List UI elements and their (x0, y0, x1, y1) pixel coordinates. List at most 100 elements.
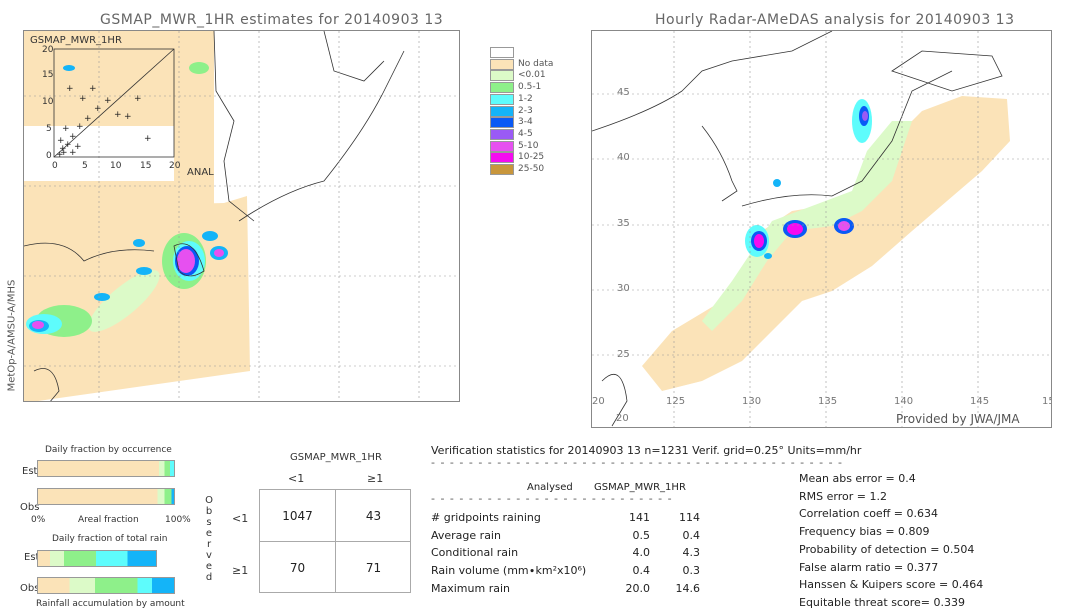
legend-swatch (490, 128, 514, 140)
inset-ytick: 10 (42, 97, 54, 107)
occurrence-x-left: 0% (31, 515, 46, 525)
lat-tick: 35 (617, 218, 630, 229)
total-rain-footer: Rainfall accumulation by amount (36, 599, 185, 609)
observed-letter: s (206, 517, 212, 528)
score-item: Hanssen & Kuipers score = 0.464 (799, 578, 984, 592)
legend-label: 0.5-1 (518, 82, 542, 93)
inset-ytick: 15 (42, 70, 54, 80)
svg-text:+: + (94, 104, 102, 114)
legend-swatch (490, 164, 514, 175)
total-rain-est-bar (37, 550, 157, 567)
occurrence-obs-bar (37, 488, 175, 505)
legend-label: 10-25 (518, 152, 545, 163)
data-credit: Provided by JWA/JMA (896, 412, 1020, 426)
legend-label: 25-50 (518, 164, 545, 174)
observed-letter: d (205, 572, 213, 583)
occurrence-est-label: Est (22, 466, 38, 477)
divider: - - - - - - - - - - - - - - - - - - - - … (431, 456, 846, 469)
legend-label: 2-3 (518, 105, 533, 116)
legend-label: 5-10 (518, 140, 539, 151)
left-map-canvas: ++++ ++++ ++++ ++++ ++ ++ (24, 31, 459, 401)
lat-tick: 25 (617, 349, 630, 360)
observed-letter: e (205, 561, 213, 572)
total-rain-title: Daily fraction of total rain (52, 534, 168, 544)
stat-label: Rain volume (mm∙km²x10⁶) (431, 564, 587, 578)
left-map-title: GSMAP_MWR_1HR estimates for 20140903 13 (100, 12, 444, 28)
stat-gsmap: 114 (679, 511, 700, 524)
lat-tick: 30 (617, 283, 630, 294)
legend-swatch (490, 47, 514, 58)
stat-label: # gridpoints raining (431, 511, 541, 524)
contingency-row-label: ≥1 (232, 564, 249, 577)
legend-swatch (490, 82, 514, 94)
inset-ytick: 5 (46, 124, 52, 134)
stat-analysed: 4.0 (632, 546, 651, 560)
observed-letter: v (206, 550, 212, 561)
legend-label: 4-5 (518, 128, 533, 139)
svg-text:+: + (57, 136, 65, 146)
score-item: Correlation coeff = 0.634 (799, 507, 938, 521)
stat-gsmap: 4.3 (682, 546, 701, 560)
legend-label: 1-2 (518, 93, 533, 104)
lon-tick: 130 (742, 396, 762, 407)
score-item: False alarm ratio = 0.377 (799, 560, 939, 574)
occurrence-est-bar (37, 460, 175, 477)
observed-letter: e (205, 528, 213, 539)
stat-analysed: 0.5 (632, 528, 651, 542)
score-item: Equitable threat score= 0.339 (799, 595, 965, 609)
occurrence-title: Daily fraction by occurrence (45, 445, 172, 455)
stat-label: Average rain (431, 528, 501, 542)
stat-analysed: 141 (629, 511, 650, 524)
svg-text:+: + (60, 148, 68, 158)
lon-tick: 140 (894, 396, 914, 407)
lon-tick: 125 (666, 396, 686, 407)
svg-text:+: + (79, 94, 87, 104)
occurrence-x-right: 100% (165, 515, 191, 525)
observed-letter: b (205, 506, 213, 517)
left-map: + + + + + + + + + + + + + + + + + + + + GSMAP_MWR_1HR 2… (23, 30, 460, 402)
contingency-cell: 70 (289, 561, 306, 575)
contingency-header: GSMAP_MWR_1HR (290, 452, 382, 463)
score-item: Frequency bias = 0.809 (799, 525, 930, 539)
stat-gsmap: 14.6 (675, 581, 701, 595)
svg-text:+: + (66, 84, 74, 94)
inset-xtick: 20 (169, 161, 181, 171)
lon-tick: 15 (1042, 396, 1051, 407)
stat-analysed: 0.4 (632, 564, 651, 578)
observed-letter: r (206, 539, 212, 550)
stat-label: Maximum rain (431, 581, 510, 595)
lat-tick: 40 (617, 152, 630, 163)
legend-label: No data (518, 58, 554, 69)
lon-tick: 135 (818, 396, 838, 407)
inset-xtick: 15 (140, 161, 152, 171)
contingency-cell: 43 (365, 509, 382, 523)
right-map: 45 40 35 30 25 20 20 125 130 135 140 145… (591, 30, 1052, 428)
svg-text:+: + (76, 122, 84, 132)
inset-x-axis-label: ANAL (187, 167, 214, 178)
svg-text:+: + (144, 134, 152, 144)
inset-ytick: 0 (46, 151, 52, 161)
satellite-label: MetOp-A/AMSU-A/MHS (6, 279, 18, 392)
stat-gsmap: 0.4 (682, 528, 701, 542)
legend-swatch (490, 58, 514, 70)
legend-swatch (490, 117, 514, 129)
contingency-row-label: <1 (232, 512, 249, 525)
contingency-cell: 1047 (282, 509, 313, 523)
contingency-col-label: <1 (288, 472, 305, 485)
right-map-canvas (592, 31, 1051, 427)
legend-swatch (490, 70, 514, 82)
svg-text:+: + (62, 124, 70, 134)
inset-xtick: 0 (52, 161, 58, 171)
contingency-side-label: Observed (204, 495, 214, 583)
inset-xtick: 5 (82, 161, 88, 171)
svg-text:+: + (124, 112, 132, 122)
lat-tick: 20 (616, 413, 629, 424)
lat-tick: 45 (617, 87, 630, 98)
contingency-table: 1047 43 70 71 (259, 489, 411, 593)
score-item: Mean abs error = 0.4 (799, 472, 916, 485)
legend-swatch (490, 152, 514, 164)
divider: - - - - - - - - - - - - - - - - - - - - … (431, 492, 676, 505)
right-map-title: Hourly Radar-AMeDAS analysis for 2014090… (655, 12, 1015, 28)
stat-label: Conditional rain (431, 546, 519, 560)
stat-gsmap: 0.3 (682, 564, 701, 578)
